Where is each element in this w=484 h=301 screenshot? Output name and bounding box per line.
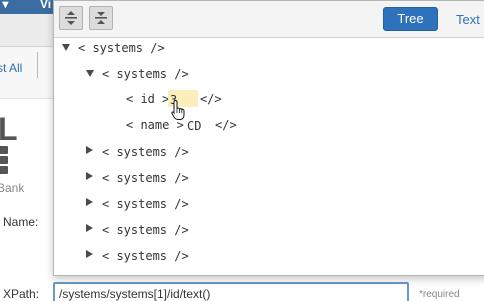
mouse-cursor-icon: [171, 99, 185, 120]
name-field-label: Name:: [3, 215, 39, 229]
node-label: < systems />: [78, 41, 165, 55]
tree-view-button[interactable]: Tree: [383, 7, 438, 31]
expanded-arrow-icon[interactable]: [62, 44, 70, 51]
node-tag-close: </>: [200, 92, 222, 106]
xml-tree-popup: Tree Text < systems /> < systems /> < id…: [53, 0, 484, 276]
node-label: < systems />: [102, 145, 189, 159]
app-toolbar: [0, 14, 56, 47]
text-view-button[interactable]: Text: [456, 12, 480, 27]
node-tag-open: < id >: [126, 92, 170, 106]
xpath-input[interactable]: /systems/systems[1]/id/text(): [53, 282, 409, 301]
expand-all-icon: [65, 11, 77, 25]
collapsed-arrow-icon[interactable]: [86, 172, 93, 180]
collapse-all-icon: [95, 12, 107, 24]
app-subbar: st All: [0, 47, 56, 99]
menu-item-partial[interactable]: t ▾: [0, 0, 8, 11]
required-note: *required: [419, 289, 460, 300]
node-label: < systems />: [102, 197, 189, 211]
node-tag-close: </>: [215, 118, 237, 132]
expanded-arrow-icon[interactable]: [86, 70, 94, 77]
test-all-link[interactable]: st All: [0, 61, 22, 75]
database-icon: [0, 146, 8, 174]
name-value-field[interactable]: CD: [185, 116, 215, 133]
collapsed-arrow-icon[interactable]: [86, 198, 93, 206]
collapsed-arrow-icon[interactable]: [86, 224, 93, 232]
menu-item-view-partial[interactable]: Vi: [40, 0, 51, 11]
expand-all-button[interactable]: [59, 6, 83, 30]
node-label: < systems />: [102, 223, 189, 237]
node-label: < systems />: [102, 171, 189, 185]
name-value: CD: [187, 119, 202, 133]
app-menubar: t ▾ Vi: [0, 0, 60, 14]
subbar-divider: [37, 52, 38, 78]
logo-letter: L: [0, 111, 18, 147]
xpath-label: XPath:: [3, 287, 40, 301]
node-label: < systems />: [102, 67, 189, 81]
node-label: < systems />: [102, 249, 189, 263]
collapse-all-button[interactable]: [89, 6, 113, 30]
database-label: Bank: [0, 181, 25, 195]
collapsed-arrow-icon[interactable]: [86, 146, 93, 154]
xml-tree: < systems /> < systems /> < id > 3 </> <…: [54, 38, 484, 275]
collapsed-arrow-icon[interactable]: [86, 250, 93, 258]
popup-toolbar: Tree Text: [54, 1, 484, 38]
